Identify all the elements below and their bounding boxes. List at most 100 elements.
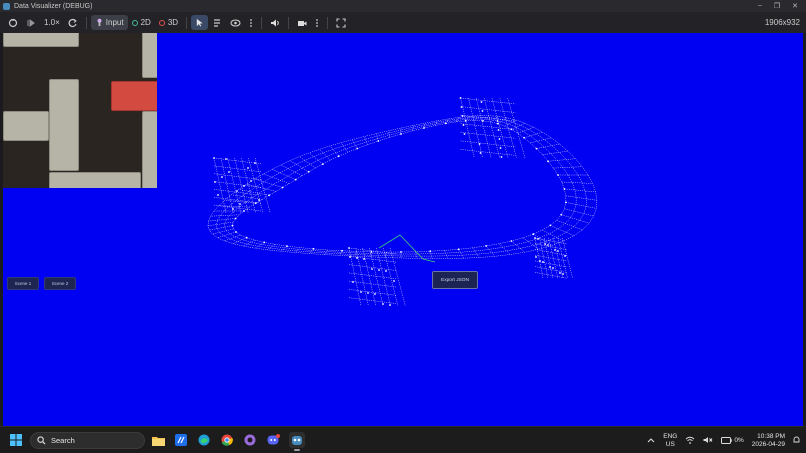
wire-vertex — [479, 152, 482, 154]
joystick-icon — [97, 18, 102, 27]
window-titlebar: Data Visualizer (DEBUG) – ❐ ✕ — [0, 0, 806, 12]
search-placeholder: Search — [51, 436, 75, 445]
toolbar-divider — [327, 16, 329, 29]
target-block — [111, 81, 157, 111]
eye-icon[interactable] — [226, 15, 245, 30]
wire-vertex — [510, 128, 513, 131]
notification-icon[interactable] — [793, 436, 800, 446]
puzzle-block — [49, 172, 141, 188]
wire-vertex — [485, 245, 487, 247]
game-viewport[interactable]: Scene 1 Scene 2 Export JSON — [3, 33, 803, 426]
chevron-up-icon[interactable] — [647, 437, 655, 445]
wire-vertex — [393, 280, 395, 282]
wire-vertex — [312, 248, 315, 250]
wire-vertex — [360, 291, 362, 293]
minimize-button[interactable]: – — [758, 2, 762, 10]
wire-vertex — [243, 210, 245, 212]
wire-vertex — [481, 110, 484, 112]
wire-vertex — [263, 241, 266, 244]
mode-3d-button[interactable]: 3D — [155, 15, 182, 30]
wire-vertex — [532, 233, 535, 236]
wire-vertex — [498, 138, 501, 140]
mode-3d-label: 3D — [167, 18, 179, 27]
scene-1-button[interactable]: Scene 1 — [7, 277, 39, 290]
wire-vertex — [349, 256, 351, 258]
wire-vertex — [552, 267, 554, 269]
wire-vertex — [500, 156, 503, 158]
edge-browser-icon[interactable] — [196, 432, 212, 448]
wire-vertex — [367, 292, 369, 294]
wire-vertex — [321, 163, 324, 166]
more-options-icon[interactable] — [245, 15, 257, 30]
wire-vertex — [377, 140, 380, 142]
wire-vertex — [228, 171, 230, 173]
select-tool-button[interactable] — [191, 15, 209, 30]
mode-2d-button[interactable]: 2D — [128, 15, 155, 30]
scene-2-button[interactable]: Scene 2 — [44, 277, 76, 290]
language-indicator[interactable]: ENG US — [663, 433, 677, 449]
battery-percent: 0% — [734, 437, 744, 444]
mode-2d-label: 2D — [140, 18, 151, 27]
windows-start-icon[interactable] — [8, 432, 24, 448]
circle-3d-icon — [158, 19, 165, 26]
volume-muted-icon[interactable] — [703, 436, 713, 446]
wire-vertex — [510, 240, 513, 242]
wire-vertex — [496, 122, 499, 125]
puzzle-block — [49, 79, 79, 171]
github-icon[interactable] — [242, 432, 258, 448]
fullscreen-icon[interactable] — [332, 15, 350, 30]
speaker-icon[interactable] — [266, 15, 284, 30]
godot-engine-icon[interactable] — [289, 432, 305, 451]
editor-app-icon[interactable] — [173, 432, 189, 448]
battery-indicator[interactable]: 0% — [721, 437, 744, 444]
wire-vertex — [371, 268, 373, 270]
window-title: Data Visualizer (DEBUG) — [14, 2, 93, 10]
region-code: US — [665, 440, 675, 448]
wire-vertex — [559, 272, 561, 274]
wire-vertex — [463, 133, 466, 135]
toolbar-divider — [288, 16, 290, 29]
discord-icon[interactable] — [265, 432, 281, 448]
wifi-icon[interactable] — [685, 436, 695, 446]
camera-icon[interactable] — [293, 15, 311, 30]
wire-vertex — [232, 208, 234, 210]
wire-vertex — [549, 224, 552, 227]
wire-vertex — [341, 249, 343, 252]
remote-debug-icon[interactable] — [4, 15, 22, 30]
file-explorer-icon[interactable] — [150, 432, 166, 448]
reset-speed-icon[interactable] — [64, 15, 82, 30]
wire-vertex — [565, 201, 567, 204]
wire-vertex — [389, 304, 391, 306]
wire-vertex — [239, 203, 241, 205]
resolution-label: 1906x932 — [764, 18, 800, 27]
list-select-icon[interactable] — [208, 15, 226, 30]
speed-button[interactable]: 1.0× — [40, 15, 64, 30]
more-options-icon[interactable] — [311, 15, 323, 30]
app-icon — [3, 2, 10, 10]
wire-vertex — [258, 199, 260, 201]
wire-vertex — [234, 217, 237, 220]
wire-vertex — [250, 180, 252, 182]
taskbar-search-box[interactable]: Search — [30, 432, 145, 449]
input-mode-label: Input — [105, 18, 124, 27]
puzzle-block — [3, 111, 49, 141]
close-button[interactable]: ✕ — [792, 2, 798, 10]
restore-button[interactable]: ❐ — [774, 2, 780, 10]
system-clock[interactable]: 10:38 PM 2026-04-29 — [752, 433, 785, 449]
wire-vertex — [374, 293, 376, 295]
wire-vertex — [286, 245, 288, 248]
battery-icon — [721, 437, 733, 444]
wire-vertex — [254, 162, 256, 164]
toolbar-divider — [85, 16, 87, 29]
wire-vertex — [363, 258, 365, 260]
wire-vertex — [243, 185, 245, 187]
system-tray: ENG US 0% 10:38 PM 2026-04-29 — [647, 430, 800, 451]
language-code: ENG — [663, 432, 678, 440]
wire-vertex — [294, 178, 297, 181]
input-mode-button[interactable]: Input — [90, 15, 128, 30]
wireframe-mesh — [207, 97, 598, 307]
chrome-browser-icon[interactable] — [219, 432, 235, 448]
step-frame-icon[interactable] — [22, 15, 40, 30]
wire-vertex — [499, 147, 502, 149]
export-json-button[interactable]: Export JSON — [432, 271, 478, 289]
